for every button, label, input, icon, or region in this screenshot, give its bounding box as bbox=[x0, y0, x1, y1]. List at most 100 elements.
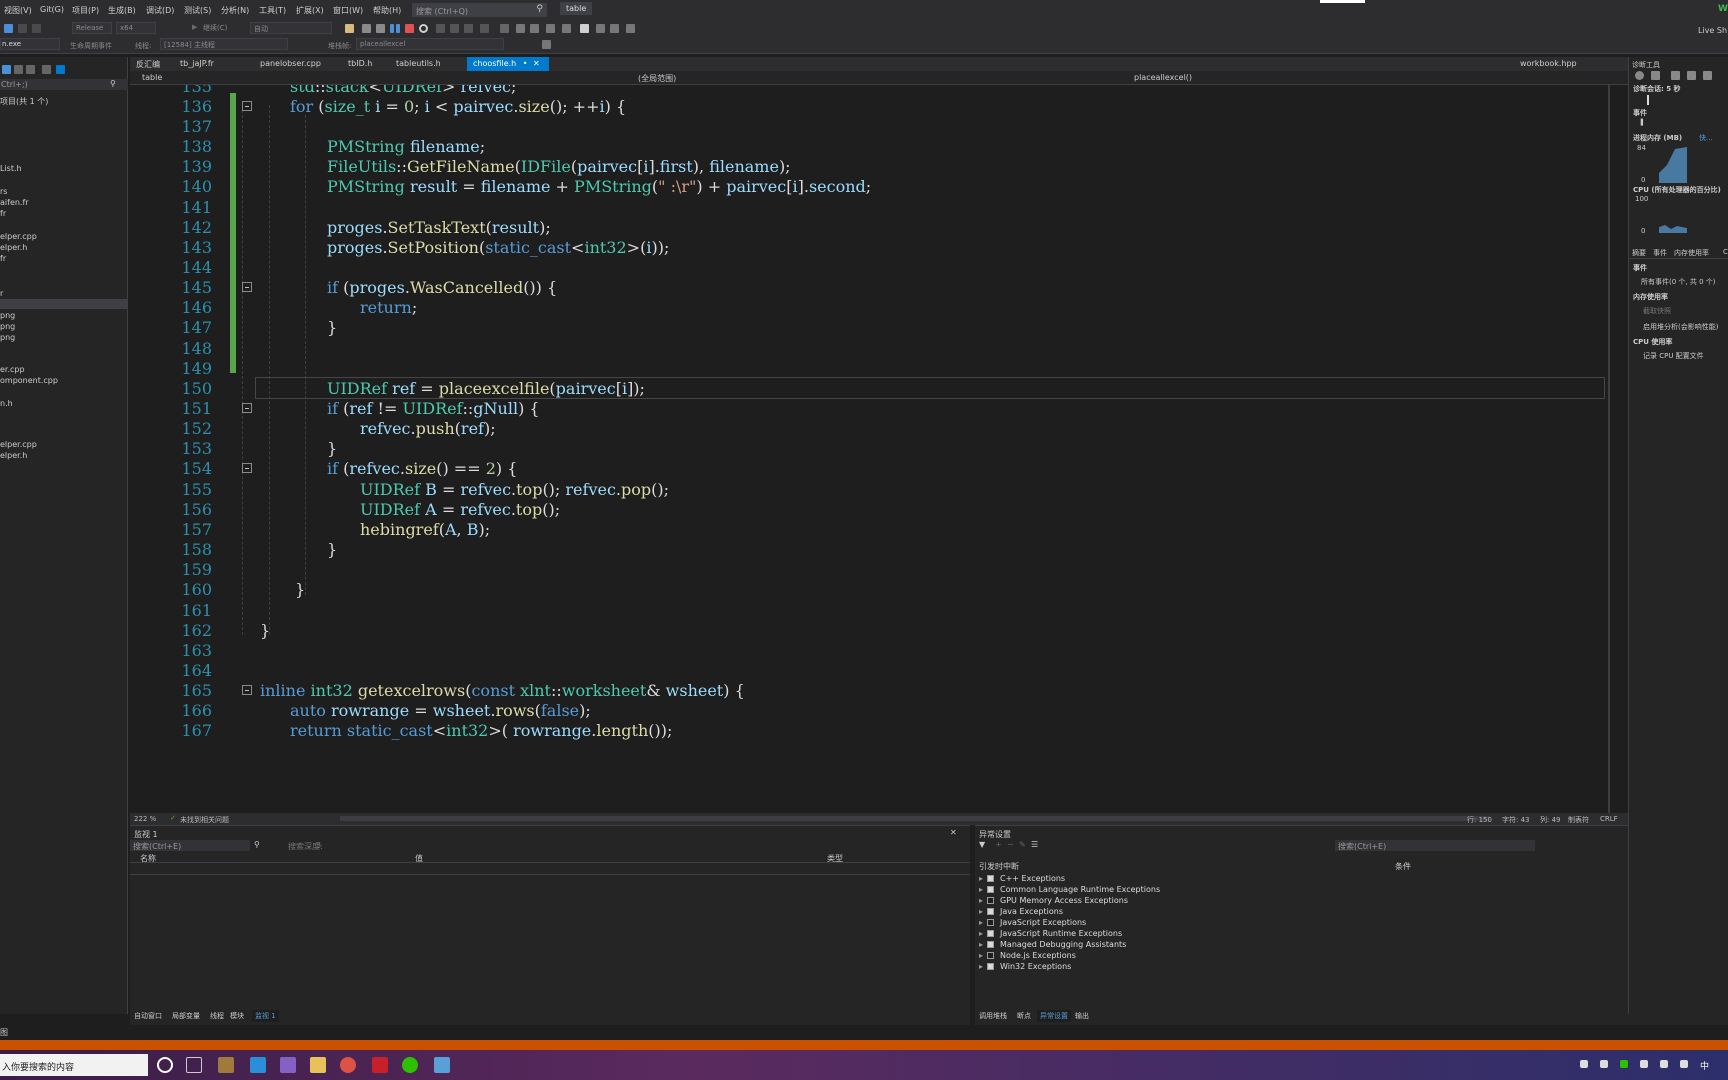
stack-frame-dropdown[interactable]: placeallexcel bbox=[356, 38, 504, 50]
exception-row[interactable]: ▸ Java Exceptions bbox=[979, 907, 1063, 916]
undo-icon[interactable] bbox=[4, 24, 13, 33]
checkbox[interactable] bbox=[987, 952, 995, 959]
close-icon[interactable]: ✕ bbox=[950, 828, 957, 837]
exception-row[interactable]: ▸ C++ Exceptions bbox=[979, 874, 1065, 883]
filter-icon[interactable]: ▼ bbox=[979, 840, 985, 849]
bookmark-clear-icon[interactable] bbox=[626, 24, 635, 33]
fold-toggle[interactable] bbox=[242, 101, 252, 111]
exception-row[interactable]: ▸ Node.js Exceptions bbox=[979, 951, 1076, 960]
watch-search-input[interactable]: 搜索(Ctrl+E) bbox=[130, 840, 250, 851]
app-u-icon[interactable] bbox=[250, 1057, 266, 1073]
timeline-marker[interactable] bbox=[1647, 95, 1649, 105]
checkbox[interactable] bbox=[987, 875, 995, 882]
exception-search-input[interactable]: 搜索(Ctrl+E) bbox=[1335, 840, 1535, 851]
file-item[interactable]: List.h bbox=[0, 164, 22, 173]
menu-extensions[interactable]: 扩展(X) bbox=[296, 5, 324, 16]
tab-events[interactable]: 事件 bbox=[1653, 248, 1667, 258]
file-item[interactable]: elper.cpp bbox=[0, 440, 37, 449]
select-tools-icon[interactable] bbox=[1651, 71, 1660, 80]
exception-row[interactable]: ▸ GPU Memory Access Exceptions bbox=[979, 896, 1128, 905]
line-ending[interactable]: CRLF bbox=[1600, 815, 1618, 823]
bookmark-icon[interactable] bbox=[580, 24, 589, 33]
lifecycle-events[interactable]: 生命周期事件 bbox=[70, 41, 112, 51]
zoom-out-icon[interactable] bbox=[1687, 71, 1696, 80]
pause-icon[interactable] bbox=[390, 24, 394, 33]
tab-threads[interactable]: 线程 bbox=[210, 1011, 224, 1021]
app-blue-icon[interactable] bbox=[434, 1057, 450, 1073]
file-item[interactable]: elper.h bbox=[0, 243, 27, 252]
tray-wechat-icon[interactable] bbox=[1620, 1060, 1628, 1068]
file-item[interactable]: er.cpp bbox=[0, 365, 25, 374]
menu-test[interactable]: 测试(S) bbox=[184, 5, 211, 16]
tab-autos[interactable]: 自动窗口 bbox=[134, 1011, 162, 1021]
checkbox[interactable] bbox=[987, 886, 995, 893]
tab-workbook[interactable]: workbook.hpp bbox=[1514, 57, 1583, 71]
menu-debug[interactable]: 调试(D) bbox=[146, 5, 174, 16]
issues-status[interactable]: 未找到相关问题 bbox=[180, 815, 229, 825]
process-dropdown[interactable]: n.exe bbox=[0, 38, 60, 50]
all-events-link[interactable]: 所有事件(0 个, 共 0 个) bbox=[1641, 277, 1716, 287]
step-over-icon[interactable] bbox=[480, 24, 489, 33]
stop-icon[interactable] bbox=[405, 24, 414, 33]
menu-view[interactable]: 视图(V) bbox=[4, 5, 32, 16]
checkbox[interactable] bbox=[987, 908, 995, 915]
code-editor[interactable]: 135 std::stack<UIDRef> refvec; 136 for (… bbox=[130, 85, 1610, 813]
tab-choosfile[interactable]: choosfile.h • ✕ bbox=[467, 57, 549, 71]
fold-toggle[interactable] bbox=[242, 403, 252, 413]
code-icon[interactable] bbox=[42, 65, 51, 74]
exception-row[interactable]: ▸ Common Language Runtime Exceptions bbox=[979, 885, 1160, 894]
menu-tools[interactable]: 工具(T) bbox=[259, 5, 286, 16]
tray-icon[interactable] bbox=[1580, 1060, 1588, 1068]
menu-analyze[interactable]: 分析(N) bbox=[221, 5, 249, 16]
settings-icon[interactable] bbox=[1635, 71, 1644, 80]
search-depth-value[interactable]: 3 bbox=[316, 841, 321, 850]
zoom-in-icon[interactable] bbox=[1671, 71, 1680, 80]
tab-disassembly[interactable]: 反汇编 bbox=[130, 57, 166, 71]
pin-icon[interactable]: • bbox=[523, 59, 528, 68]
step-out-icon[interactable] bbox=[464, 24, 473, 33]
restart-icon[interactable] bbox=[419, 24, 428, 33]
tab-memory-usage[interactable]: 内存使用率 bbox=[1674, 248, 1709, 258]
list-icon[interactable]: ☰ bbox=[1031, 840, 1038, 849]
checkbox[interactable] bbox=[987, 919, 995, 926]
checkbox[interactable] bbox=[987, 941, 995, 948]
file-item[interactable]: omponent.cpp bbox=[0, 376, 58, 385]
tab-modules[interactable]: 模块 bbox=[230, 1011, 244, 1021]
ime-indicator[interactable]: 中 bbox=[1700, 1059, 1709, 1072]
sync-icon[interactable] bbox=[14, 65, 23, 74]
member-dropdown[interactable]: placeallexcel() bbox=[1134, 73, 1192, 82]
add-icon[interactable]: + bbox=[995, 840, 1002, 849]
file-item[interactable]: elper.cpp bbox=[0, 232, 37, 241]
wechat-icon[interactable] bbox=[402, 1057, 418, 1073]
file-item[interactable]: elper.h bbox=[0, 451, 27, 460]
remove-icon[interactable]: − bbox=[1007, 840, 1014, 849]
save-all-icon[interactable] bbox=[376, 24, 385, 33]
file-item[interactable]: n.h bbox=[0, 399, 13, 408]
file-item[interactable]: fr bbox=[0, 254, 6, 263]
file-item[interactable]: png bbox=[0, 311, 15, 320]
search-icon[interactable]: ⚲ bbox=[254, 840, 260, 849]
take-snapshot-button[interactable]: 截取快照 bbox=[1643, 306, 1671, 316]
exception-row[interactable]: ▸ Win32 Exceptions bbox=[979, 962, 1071, 971]
fold-toggle[interactable] bbox=[242, 282, 252, 292]
project-dropdown[interactable]: table bbox=[142, 73, 162, 82]
menu-git[interactable]: Git(G) bbox=[40, 5, 64, 14]
vertical-scrollbar[interactable] bbox=[1608, 85, 1610, 813]
bookmark-prev-icon[interactable] bbox=[596, 24, 605, 33]
zoom-level[interactable]: 222 % bbox=[134, 815, 156, 823]
file-item[interactable]: png bbox=[0, 322, 15, 331]
continue-button[interactable]: 继续(C) bbox=[203, 23, 227, 33]
edit-icon[interactable]: ✎ bbox=[1019, 840, 1026, 849]
indent-mode[interactable]: 制表符 bbox=[1568, 815, 1589, 825]
tray-icon[interactable] bbox=[1600, 1060, 1608, 1068]
selected-file-row[interactable] bbox=[0, 299, 128, 309]
continue-icon[interactable]: ▶ bbox=[192, 23, 197, 31]
tab-summary[interactable]: 摘要 bbox=[1632, 248, 1646, 258]
visual-studio-icon[interactable] bbox=[280, 1057, 296, 1073]
step-icon[interactable] bbox=[436, 24, 445, 33]
app-red-icon[interactable] bbox=[372, 1057, 388, 1073]
reset-zoom-icon[interactable] bbox=[1703, 71, 1712, 80]
watch-empty-row[interactable] bbox=[130, 865, 970, 875]
heap-profiling-toggle[interactable]: 启用堆分析(会影响性能) bbox=[1643, 322, 1718, 332]
format-icon[interactable] bbox=[530, 24, 539, 33]
